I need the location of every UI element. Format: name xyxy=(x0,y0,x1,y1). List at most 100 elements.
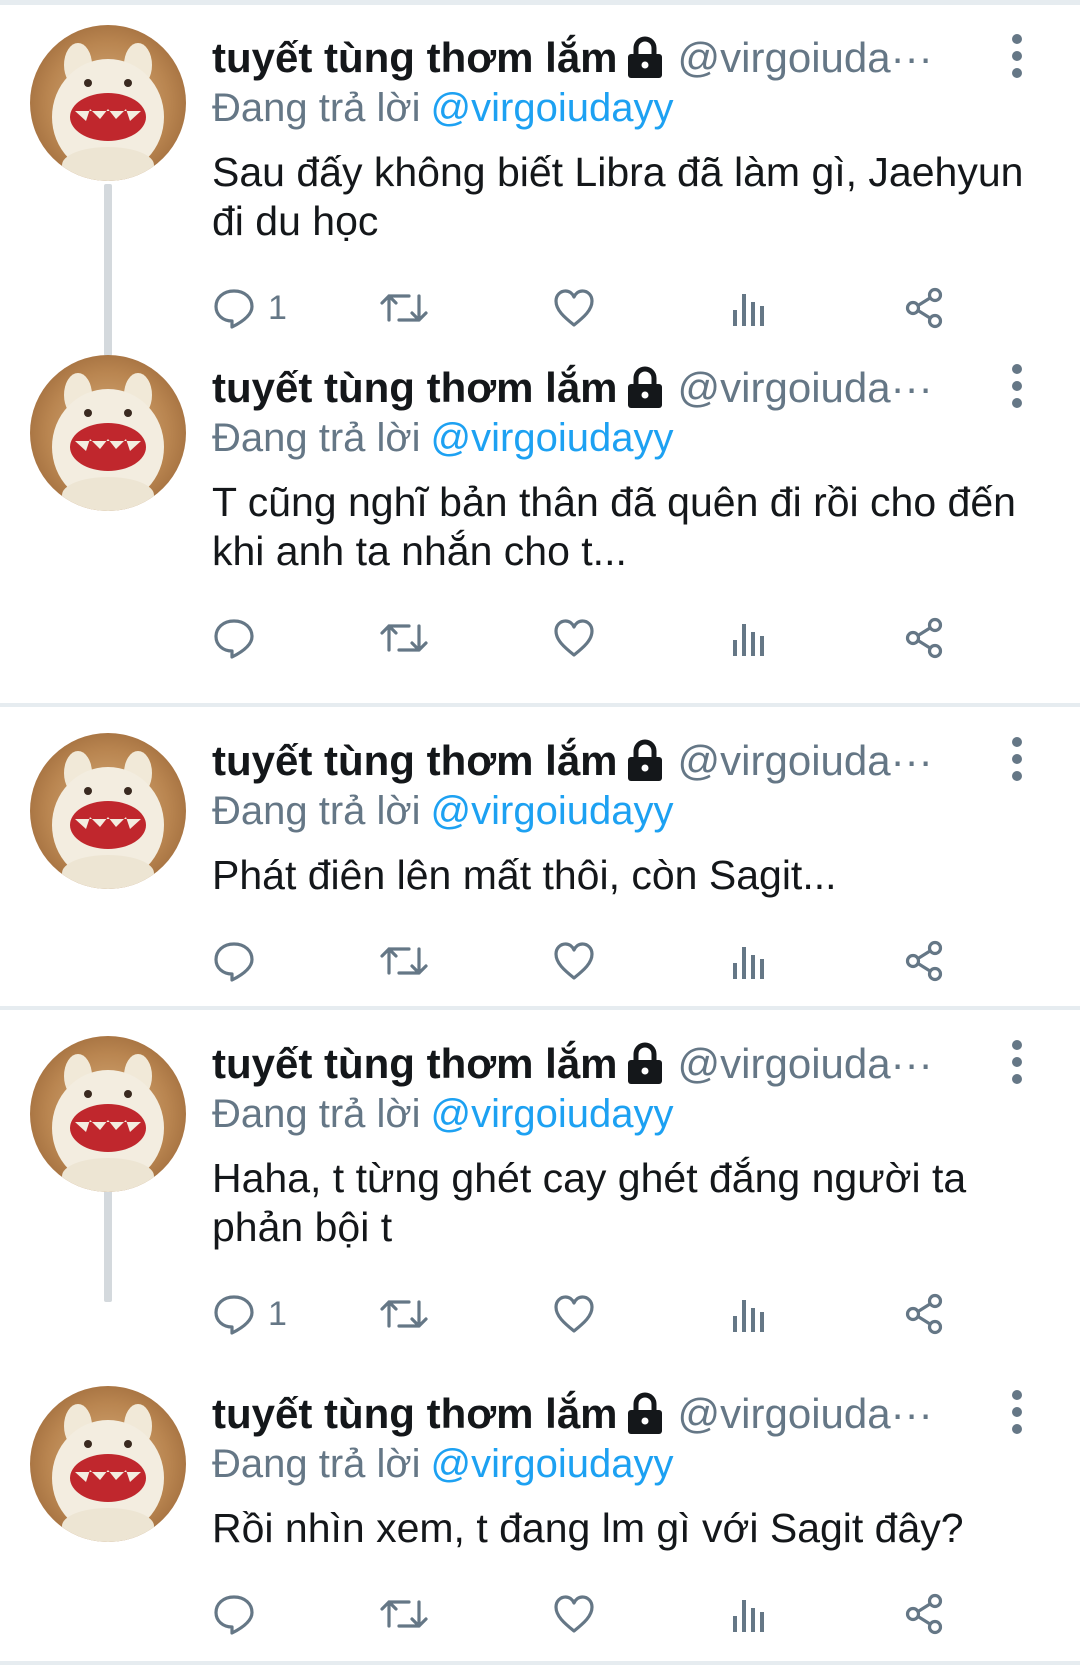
analytics-button[interactable] xyxy=(730,1584,770,1644)
share-icon xyxy=(902,616,946,660)
lock-icon xyxy=(626,739,664,783)
heart-icon xyxy=(552,616,596,660)
share-button[interactable] xyxy=(902,608,946,668)
avatar[interactable] xyxy=(30,25,186,181)
replying-to-label: Đang trả lời xyxy=(212,86,421,130)
retweet-button[interactable] xyxy=(377,608,431,668)
retweet-button[interactable] xyxy=(377,1284,431,1344)
user-handle[interactable]: @virgoiuda··· xyxy=(678,1040,933,1088)
like-button[interactable] xyxy=(552,931,596,991)
display-name[interactable]: tuyết tùng thơm lắm xyxy=(212,1390,618,1438)
retweet-button[interactable] xyxy=(377,931,431,991)
reply-button[interactable]: 1 xyxy=(212,1284,287,1344)
display-name[interactable]: tuyết tùng thơm lắm xyxy=(212,1040,618,1088)
avatar[interactable] xyxy=(30,355,186,511)
tweet-actions: 1 xyxy=(212,1284,1032,1344)
user-handle[interactable]: @virgoiuda··· xyxy=(678,1390,933,1438)
replying-to-label: Đang trả lời xyxy=(212,1092,421,1136)
heart-icon xyxy=(552,939,596,983)
share-button[interactable] xyxy=(902,931,946,991)
replying-to: Đang trả lời @virgoiudayy xyxy=(212,86,673,131)
reply-mention-link[interactable]: @virgoiudayy xyxy=(431,86,674,130)
like-button[interactable] xyxy=(552,1284,596,1344)
avatar[interactable] xyxy=(30,1386,186,1542)
tweet-actions xyxy=(212,1584,1032,1644)
like-button[interactable] xyxy=(552,278,596,338)
analytics-icon xyxy=(730,616,770,660)
tweet[interactable]: tuyết tùng thơm lắm @virgoiuda··· Đang tr… xyxy=(0,1010,1080,1340)
tweet[interactable]: tuyết tùng thơm lắm @virgoiuda··· Đang tr… xyxy=(0,330,1080,700)
analytics-icon xyxy=(730,1292,770,1336)
heart-icon xyxy=(552,1292,596,1336)
reply-button[interactable] xyxy=(212,608,268,668)
retweet-icon xyxy=(377,286,431,330)
reply-mention-link[interactable]: @virgoiudayy xyxy=(431,1442,674,1486)
display-name[interactable]: tuyết tùng thơm lắm xyxy=(212,737,618,785)
lock-icon xyxy=(626,36,664,80)
replying-to: Đang trả lời @virgoiudayy xyxy=(212,416,673,461)
share-icon xyxy=(902,1592,946,1636)
tweet-actions: 1 xyxy=(212,278,1032,338)
retweet-icon xyxy=(377,939,431,983)
replying-to-label: Đang trả lời xyxy=(212,789,421,833)
tweet-header: tuyết tùng thơm lắm @virgoiuda··· xyxy=(212,364,972,418)
tweet[interactable]: tuyết tùng thơm lắm @virgoiuda··· Đang tr… xyxy=(0,0,1080,350)
analytics-icon xyxy=(730,939,770,983)
heart-icon xyxy=(552,286,596,330)
reply-icon xyxy=(212,286,256,330)
tweet-header: tuyết tùng thơm lắm @virgoiuda··· xyxy=(212,1390,972,1444)
avatar[interactable] xyxy=(30,1036,186,1192)
retweet-icon xyxy=(377,1292,431,1336)
user-handle[interactable]: @virgoiuda··· xyxy=(678,364,933,412)
lock-icon xyxy=(626,1042,664,1086)
display-name[interactable]: tuyết tùng thơm lắm xyxy=(212,34,618,82)
analytics-button[interactable] xyxy=(730,278,770,338)
retweet-icon xyxy=(377,616,431,660)
more-vertical-icon[interactable] xyxy=(1005,1386,1029,1446)
analytics-button[interactable] xyxy=(730,1284,770,1344)
avatar[interactable] xyxy=(30,733,186,889)
tweet-text: Sau đấy không biết Libra đã làm gì, Jaeh… xyxy=(212,149,1024,244)
reply-count: 1 xyxy=(268,288,287,327)
more-vertical-icon[interactable] xyxy=(1005,360,1029,420)
reply-icon xyxy=(212,939,256,983)
reply-mention-link[interactable]: @virgoiudayy xyxy=(431,789,674,833)
reply-count: 1 xyxy=(268,1294,287,1333)
analytics-icon xyxy=(730,286,770,330)
display-name[interactable]: tuyết tùng thơm lắm xyxy=(212,364,618,412)
share-icon xyxy=(902,286,946,330)
analytics-button[interactable] xyxy=(730,608,770,668)
tweet-text: Haha, t từng ghét cay ghét đắng người ta… xyxy=(212,1155,967,1250)
more-vertical-icon[interactable] xyxy=(1005,30,1029,90)
conversation-divider xyxy=(0,1661,1080,1665)
retweet-icon xyxy=(377,1592,431,1636)
tweet-header: tuyết tùng thơm lắm @virgoiuda··· xyxy=(212,34,972,88)
reply-mention-link[interactable]: @virgoiudayy xyxy=(431,1092,674,1136)
retweet-button[interactable] xyxy=(377,278,431,338)
share-button[interactable] xyxy=(902,1584,946,1644)
reply-icon xyxy=(212,1592,256,1636)
like-button[interactable] xyxy=(552,1584,596,1644)
replying-to-label: Đang trả lời xyxy=(212,416,421,460)
reply-mention-link[interactable]: @virgoiudayy xyxy=(431,416,674,460)
share-icon xyxy=(902,1292,946,1336)
tweet-actions xyxy=(212,931,1032,991)
reply-button[interactable]: 1 xyxy=(212,278,287,338)
user-handle[interactable]: @virgoiuda··· xyxy=(678,737,933,785)
like-button[interactable] xyxy=(552,608,596,668)
retweet-button[interactable] xyxy=(377,1584,431,1644)
share-button[interactable] xyxy=(902,278,946,338)
tweet-header: tuyết tùng thơm lắm @virgoiuda··· xyxy=(212,737,972,791)
analytics-button[interactable] xyxy=(730,931,770,991)
reply-button[interactable] xyxy=(212,1584,268,1644)
tweet[interactable]: tuyết tùng thơm lắm @virgoiuda··· Đang tr… xyxy=(0,1360,1080,1660)
user-handle[interactable]: @virgoiuda··· xyxy=(678,34,933,82)
more-vertical-icon[interactable] xyxy=(1005,733,1029,793)
share-button[interactable] xyxy=(902,1284,946,1344)
tweet-text: T cũng nghĩ bản thân đã quên đi rồi cho … xyxy=(212,479,1016,574)
analytics-icon xyxy=(730,1592,770,1636)
replying-to: Đang trả lời @virgoiudayy xyxy=(212,1092,673,1137)
tweet[interactable]: tuyết tùng thơm lắm @virgoiuda··· Đang tr… xyxy=(0,707,1080,1003)
more-vertical-icon[interactable] xyxy=(1005,1036,1029,1096)
reply-button[interactable] xyxy=(212,931,268,991)
